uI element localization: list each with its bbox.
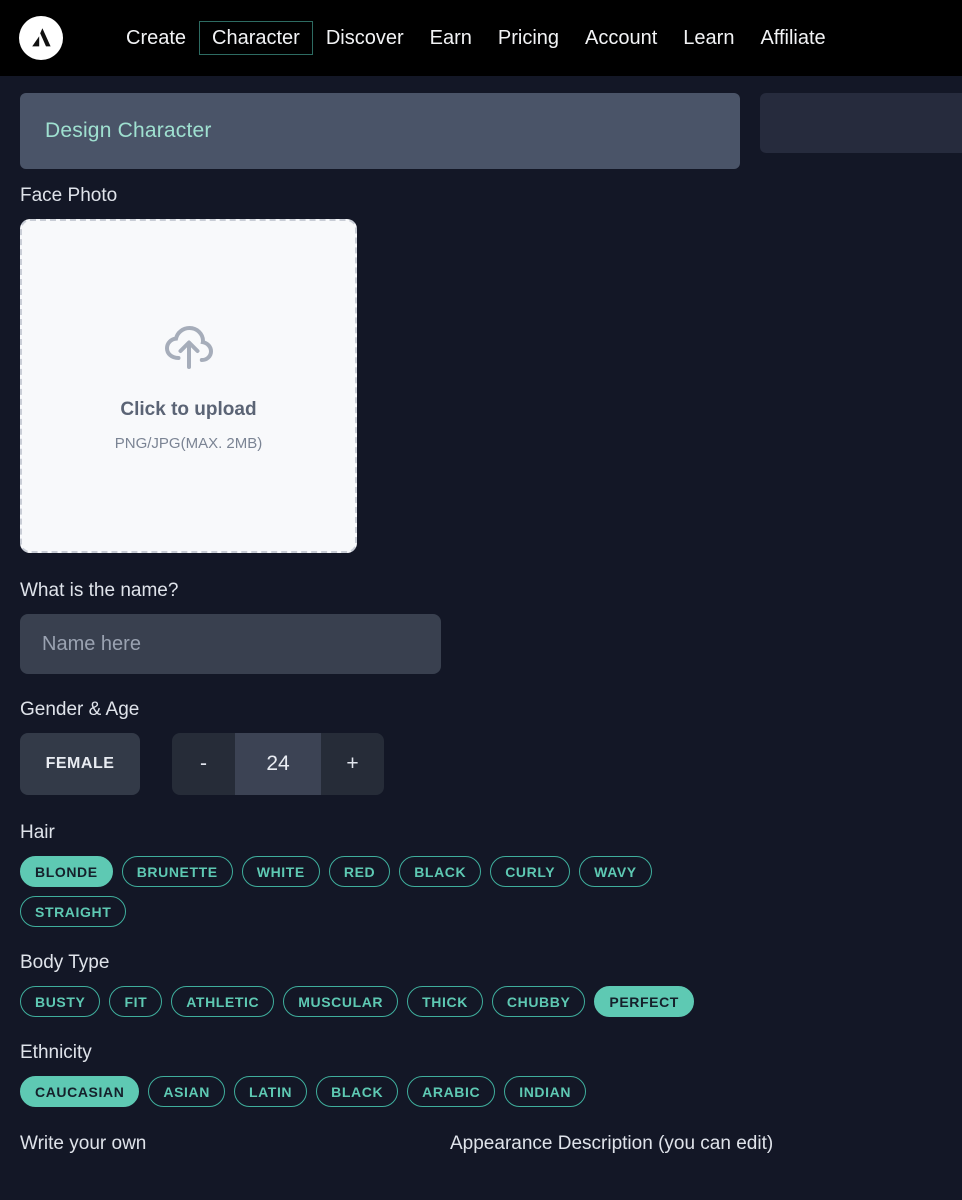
nav-links: Create Character Discover Earn Pricing A…: [113, 21, 839, 55]
face-photo-upload-dropzone[interactable]: Click to upload PNG/JPG(MAX. 2MB): [20, 219, 357, 553]
hair-tag-brunette[interactable]: BRUNETTE: [121, 856, 233, 887]
name-label: What is the name?: [20, 580, 179, 601]
upload-title: Click to upload: [120, 398, 257, 420]
ethnicity-tag-group: CAUCASIAN ASIAN LATIN BLACK ARABIC INDIA…: [20, 1076, 720, 1107]
body-type-tag-group: BUSTY FIT ATHLETIC MUSCULAR THICK CHUBBY…: [20, 986, 720, 1017]
nav-link-pricing[interactable]: Pricing: [485, 21, 572, 55]
app-logo[interactable]: [19, 16, 63, 60]
ethnicity-tag-indian[interactable]: INDIAN: [504, 1076, 587, 1107]
tab-strip: Design Character: [0, 76, 962, 186]
body-type-tag-busty[interactable]: BUSTY: [20, 986, 101, 1017]
nav-link-discover[interactable]: Discover: [313, 21, 417, 55]
nav-link-create[interactable]: Create: [113, 21, 199, 55]
hair-label: Hair: [20, 822, 55, 843]
nav-link-affiliate[interactable]: Affiliate: [747, 21, 838, 55]
ethnicity-label: Ethnicity: [20, 1042, 92, 1063]
gender-toggle-button[interactable]: FEMALE: [20, 733, 140, 795]
body-type-tag-muscular[interactable]: MUSCULAR: [283, 986, 399, 1017]
tab-secondary-panel[interactable]: [760, 93, 962, 153]
bottom-labels-row: Write your own Appearance Description (y…: [0, 1133, 962, 1155]
name-input[interactable]: [20, 614, 441, 674]
hair-tag-curly[interactable]: CURLY: [490, 856, 571, 887]
tab-design-character-label: Design Character: [45, 119, 212, 142]
ethnicity-tag-black[interactable]: BLACK: [316, 1076, 399, 1107]
ethnicity-tag-asian[interactable]: ASIAN: [148, 1076, 225, 1107]
age-stepper: - 24 +: [172, 733, 384, 795]
hair-tag-red[interactable]: RED: [328, 856, 391, 887]
face-photo-label: Face Photo: [20, 185, 118, 206]
age-value[interactable]: 24: [235, 733, 321, 795]
body-type-tag-thick[interactable]: THICK: [407, 986, 483, 1017]
character-design-form: Face Photo Click to upload PNG/JPG(MAX. …: [0, 186, 962, 1107]
body-type-label: Body Type: [20, 952, 110, 973]
body-type-tag-fit[interactable]: FIT: [109, 986, 163, 1017]
nav-link-learn[interactable]: Learn: [670, 21, 747, 55]
appearance-description-label: Appearance Description (you can edit): [450, 1133, 774, 1154]
hair-tag-white[interactable]: WHITE: [241, 856, 320, 887]
nav-link-earn[interactable]: Earn: [417, 21, 485, 55]
upload-subtitle: PNG/JPG(MAX. 2MB): [114, 434, 263, 452]
top-navigation-bar: Create Character Discover Earn Pricing A…: [0, 0, 962, 76]
nav-link-account[interactable]: Account: [572, 21, 670, 55]
hair-tag-blonde[interactable]: BLONDE: [20, 856, 113, 887]
ethnicity-tag-caucasian[interactable]: CAUCASIAN: [20, 1076, 140, 1107]
body-type-tag-chubby[interactable]: CHUBBY: [491, 986, 586, 1017]
tab-design-character[interactable]: Design Character: [20, 93, 740, 169]
body-type-tag-athletic[interactable]: ATHLETIC: [171, 986, 275, 1017]
hair-tag-straight[interactable]: STRAIGHT: [20, 896, 127, 927]
write-your-own-label: Write your own: [20, 1133, 147, 1154]
nav-link-character[interactable]: Character: [199, 21, 313, 55]
gender-age-row: FEMALE - 24 +: [20, 733, 942, 795]
ethnicity-tag-arabic[interactable]: ARABIC: [407, 1076, 496, 1107]
triangle-a-logo-icon: [27, 24, 55, 52]
age-increment-button[interactable]: +: [321, 733, 384, 795]
gender-age-label: Gender & Age: [20, 699, 140, 720]
hair-tag-black[interactable]: BLACK: [399, 856, 482, 887]
body-type-tag-perfect[interactable]: PERFECT: [594, 986, 694, 1017]
cloud-upload-icon: [162, 321, 216, 373]
age-decrement-button[interactable]: -: [172, 733, 235, 795]
hair-tag-group: BLONDE BRUNETTE WHITE RED BLACK CURLY WA…: [20, 856, 720, 927]
hair-tag-wavy[interactable]: WAVY: [579, 856, 652, 887]
ethnicity-tag-latin[interactable]: LATIN: [233, 1076, 308, 1107]
